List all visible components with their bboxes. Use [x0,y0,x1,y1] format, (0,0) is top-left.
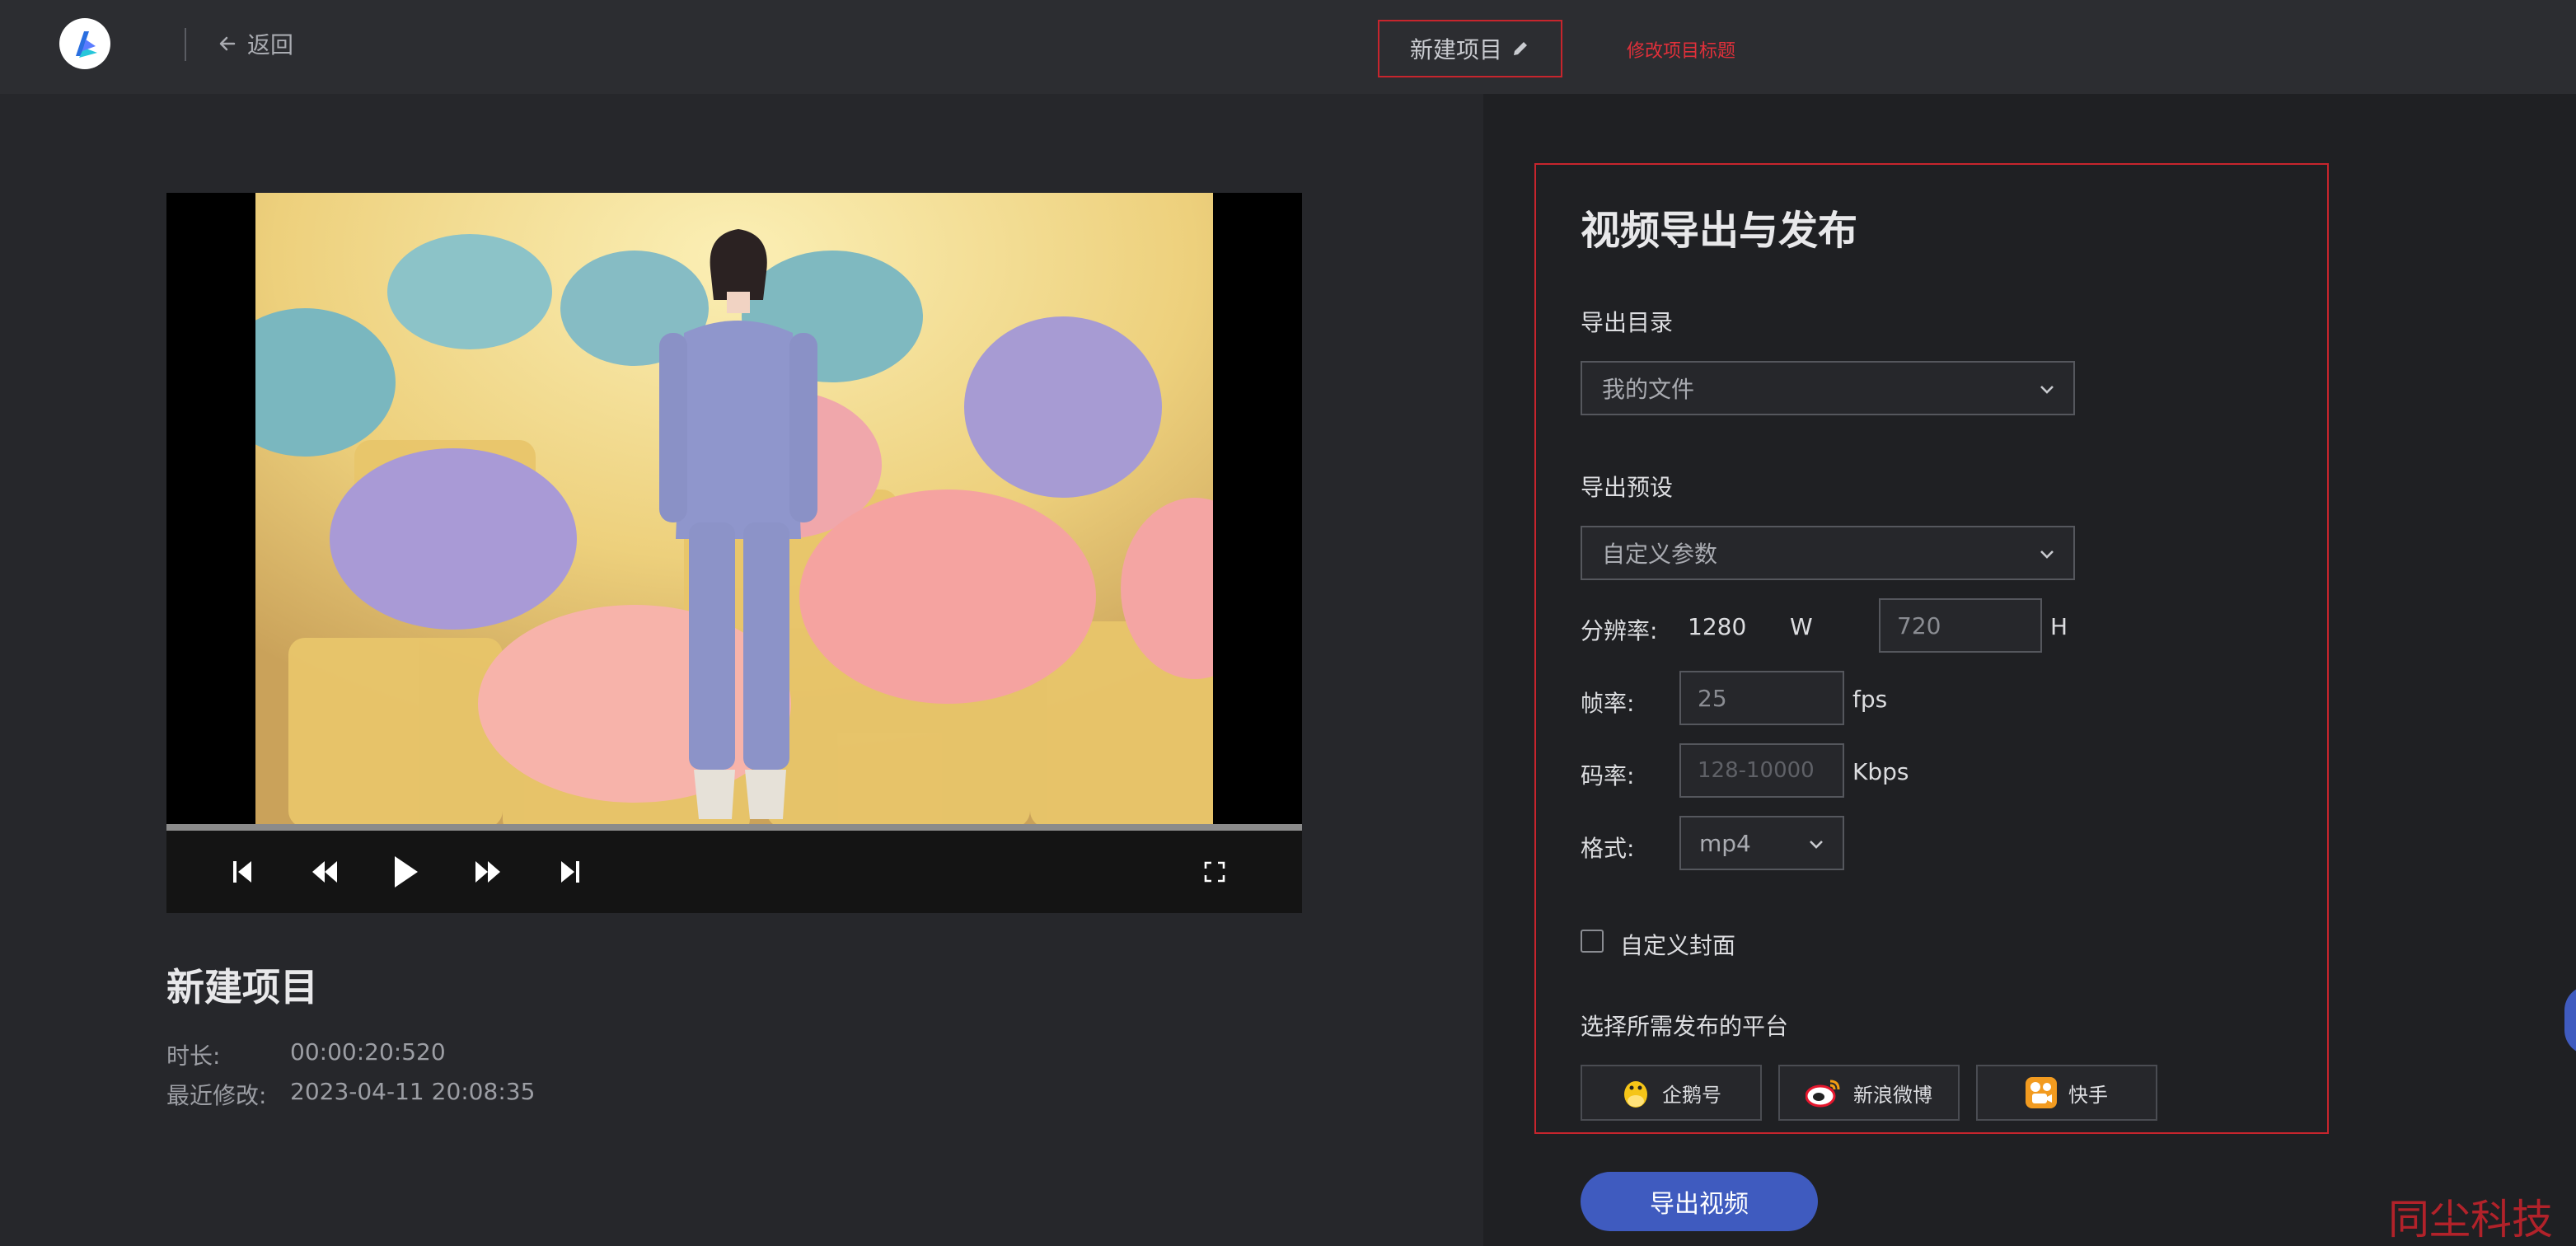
fast-forward-button[interactable] [466,850,509,893]
custom-cover-label: 自定义封面 [1620,932,1736,959]
platform-kuaishou-button[interactable]: 快手 [1976,1065,2157,1121]
play-icon [395,856,418,888]
annotation-note: 修改项目标题 [1627,41,1736,62]
chevron-down-icon [2040,386,2054,394]
format-value: mp4 [1699,829,1751,857]
fps-value: 25 [1698,684,1727,712]
export-preset-select[interactable]: 自定义参数 [1581,526,2075,580]
progress-bar[interactable] [166,824,1302,831]
penguin-icon [1624,1081,1647,1108]
fast-forward-icon [475,861,500,883]
play-button[interactable] [384,850,427,893]
logo-icon [76,31,97,58]
publish-title: 视频导出与发布 [1581,208,1858,254]
project-title-text: 新建项目 [1409,36,1502,63]
weibo-icon [1806,1080,1840,1108]
fullscreen-button[interactable] [1193,850,1236,893]
project-title-editor[interactable]: 新建项目 [1378,20,1562,77]
app-logo[interactable] [59,18,110,69]
back-button[interactable]: 返回 [218,25,293,63]
watermark: 同尘科技 [2388,1196,2553,1244]
top-bar: 返回 新建项目 修改项目标题 [0,0,2576,94]
skip-start-icon [233,861,251,883]
rewind-button[interactable] [303,850,346,893]
video-frame [255,193,1213,824]
modified-label: 最近修改: [166,1082,267,1109]
resolution-height-input[interactable]: 720 [1879,598,2042,653]
platform-penguin-button[interactable]: 企鹅号 [1581,1065,1762,1121]
bitrate-label: 码率: [1581,762,1635,789]
export-preset-label: 导出预设 [1581,474,1674,501]
fps-input[interactable]: 25 [1679,671,1844,725]
pencil-icon [1514,42,1527,55]
platform-label: 选择所需发布的平台 [1581,1013,1789,1040]
video-player[interactable] [166,193,1302,913]
export-video-button[interactable]: 导出视频 [1581,1172,1818,1231]
video-thumbnail-illustration [255,193,1213,824]
fullscreen-icon [1204,861,1225,883]
skip-end-icon [561,861,579,883]
rewind-icon [312,861,337,883]
kuaishou-icon [2026,1077,2057,1108]
platform-weibo-button[interactable]: 新浪微博 [1778,1065,1960,1121]
project-name: 新建项目 [166,965,318,1009]
duration-value: 00:00:20:520 [290,1038,446,1066]
arrow-left-icon [219,36,236,51]
header-divider [185,28,186,61]
export-dir-value: 我的文件 [1602,376,1695,403]
chevron-down-icon [1810,841,1823,849]
platform-kuaishou-label: 快手 [2068,1083,2108,1107]
bitrate-placeholder: 128-10000 [1698,758,1815,783]
fps-label: 帧率: [1581,690,1635,717]
resolution-height-value: 720 [1897,611,1941,639]
platform-penguin-label: 企鹅号 [1662,1083,1721,1107]
custom-cover-checkbox[interactable] [1581,930,1604,953]
back-label: 返回 [247,31,294,59]
width-unit-label: W [1790,613,1813,640]
platform-weibo-label: 新浪微博 [1853,1083,1932,1107]
resolution-label: 分辨率: [1581,617,1658,644]
bitrate-input[interactable]: 128-10000 [1679,743,1844,798]
export-dir-select[interactable]: 我的文件 [1581,361,2075,415]
height-unit-label: H [2050,613,2068,640]
export-dir-label: 导出目录 [1581,309,1674,336]
duration-label: 时长: [166,1042,221,1070]
fps-unit: fps [1852,686,1888,713]
format-select[interactable]: mp4 [1679,816,1844,870]
modified-value: 2023-04-11 20:08:35 [290,1078,536,1105]
skip-end-button[interactable] [549,850,592,893]
resolution-width-value: 1280 [1688,613,1747,640]
format-label: 格式: [1581,835,1635,862]
skip-start-button[interactable] [221,850,264,893]
bitrate-unit: Kbps [1852,758,1909,785]
player-controls [166,831,1302,913]
export-preset-value: 自定义参数 [1602,541,1718,568]
chevron-down-icon [2040,550,2054,559]
